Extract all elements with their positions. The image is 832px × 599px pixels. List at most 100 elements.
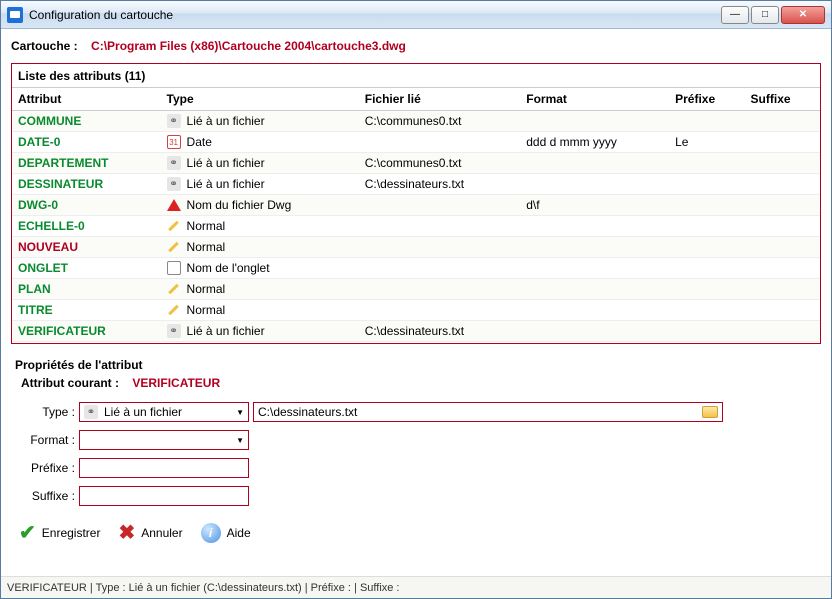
attr-file	[359, 279, 520, 300]
attr-suffix	[745, 279, 820, 300]
col-suffix[interactable]: Suffixe	[745, 88, 820, 111]
table-row[interactable]: VERIFICATEUR⚭Lié à un fichierC:\dessinat…	[12, 321, 820, 342]
table-row[interactable]: ECHELLE-0 Normal	[12, 216, 820, 237]
attr-type: Nom du fichier Dwg	[187, 198, 292, 212]
attr-prefix	[669, 216, 744, 237]
attr-prefix	[669, 153, 744, 174]
col-prefix[interactable]: Préfixe	[669, 88, 744, 111]
close-button[interactable]: ✕	[781, 6, 825, 24]
attr-format: ddd d mmm yyyy	[520, 132, 669, 153]
attr-suffix	[745, 111, 820, 132]
format-select[interactable]: ▼	[79, 430, 249, 450]
app-icon	[7, 7, 23, 23]
chevron-down-icon: ▼	[236, 436, 244, 445]
status-text: VERIFICATEUR | Type : Lié à un fichier (…	[7, 582, 400, 594]
help-button[interactable]: i Aide	[199, 521, 253, 545]
check-icon: ✔	[19, 520, 36, 545]
table-row[interactable]: TITRENormal	[12, 300, 820, 321]
properties-form: Type : ⚭ Lié à un fichier ▼ C:\dessinateu…	[21, 400, 821, 512]
col-format[interactable]: Format	[520, 88, 669, 111]
type-label: Type :	[21, 405, 79, 419]
table-row[interactable]: DATE-031Dateddd d mmm yyyyLe	[12, 132, 820, 153]
attr-type: Nom de l'onglet	[187, 261, 270, 275]
attr-type: Normal	[187, 219, 226, 233]
attr-prefix	[669, 237, 744, 258]
attr-prefix	[669, 300, 744, 321]
maximize-button[interactable]: □	[751, 6, 779, 24]
attr-file: C:\communes0.txt	[359, 111, 520, 132]
attr-suffix	[745, 195, 820, 216]
link-icon: ⚭	[84, 405, 98, 419]
attr-file	[359, 195, 520, 216]
chevron-down-icon: ▼	[236, 408, 244, 417]
attr-name: COMMUNE	[18, 114, 81, 128]
attr-type: Normal	[187, 282, 226, 296]
table-row[interactable]: DWG-0 Nom du fichier Dwg d\f	[12, 195, 820, 216]
window-title: Configuration du cartouche	[29, 8, 721, 22]
attr-format	[520, 174, 669, 195]
suffix-input[interactable]	[79, 486, 249, 506]
current-attribute-value: VERIFICATEUR	[132, 376, 220, 390]
pencil-icon	[167, 219, 181, 233]
x-icon: ✖	[118, 520, 135, 545]
attr-name: NOUVEAU	[18, 240, 78, 254]
table-row[interactable]: PLANNormal	[12, 279, 820, 300]
format-label: Format :	[21, 433, 79, 447]
tab-icon	[167, 261, 181, 275]
type-select[interactable]: ⚭ Lié à un fichier ▼	[79, 402, 249, 422]
save-button[interactable]: ✔ Enregistrer	[17, 518, 102, 547]
table-row[interactable]: COMMUNE⚭Lié à un fichierC:\communes0.txt	[12, 111, 820, 132]
attr-prefix	[669, 195, 744, 216]
attr-file	[359, 258, 520, 279]
attr-name: DATE-0	[18, 135, 60, 149]
attr-type: Lié à un fichier	[187, 114, 265, 128]
col-type[interactable]: Type	[161, 88, 359, 111]
app-window: Configuration du cartouche — □ ✕ Cartouc…	[0, 0, 832, 599]
attr-name: DESSINATEUR	[18, 177, 103, 191]
attr-format	[520, 237, 669, 258]
attr-file: C:\dessinateurs.txt	[359, 174, 520, 195]
pencil-icon	[167, 303, 181, 317]
attr-prefix	[669, 279, 744, 300]
attr-file	[359, 216, 520, 237]
attr-name: ECHELLE-0	[18, 219, 85, 233]
attr-suffix	[745, 216, 820, 237]
attr-name: DEPARTEMENT	[18, 156, 108, 170]
type-select-value: Lié à un fichier	[104, 405, 182, 419]
attributes-panel: Liste des attributs (11) Attribut Type F…	[11, 63, 821, 344]
col-file[interactable]: Fichier lié	[359, 88, 520, 111]
attr-file	[359, 300, 520, 321]
linked-file-value: C:\dessinateurs.txt	[258, 405, 357, 419]
col-attribute[interactable]: Attribut	[12, 88, 161, 111]
prefix-label: Préfixe :	[21, 461, 79, 475]
browse-file-button[interactable]	[702, 406, 718, 418]
linked-file-input[interactable]: C:\dessinateurs.txt	[253, 402, 723, 422]
link-icon: ⚭	[167, 177, 181, 191]
table-row[interactable]: DESSINATEUR ⚭ Lié à un fichier C:\dessinate…	[12, 174, 820, 195]
table-row[interactable]: ONGLET Nom de l'onglet	[12, 258, 820, 279]
table-row[interactable]: NOUVEAUNormal	[12, 237, 820, 258]
attr-type: Lié à un fichier	[187, 324, 265, 338]
attr-format	[520, 279, 669, 300]
attr-suffix	[745, 321, 820, 342]
current-attribute-label: Attribut courant :	[21, 376, 119, 390]
attr-type: Lié à un fichier	[187, 177, 265, 191]
attr-name: DWG-0	[18, 198, 58, 212]
titlebar: Configuration du cartouche — □ ✕	[1, 1, 831, 29]
attr-prefix	[669, 174, 744, 195]
attr-format	[520, 321, 669, 342]
table-row[interactable]: DEPARTEMENT⚭Lié à un fichierC:\communes0…	[12, 153, 820, 174]
attr-name: TITRE	[18, 303, 53, 317]
attr-suffix	[745, 153, 820, 174]
help-button-label: Aide	[227, 526, 251, 540]
cancel-button[interactable]: ✖ Annuler	[116, 518, 184, 547]
current-attribute-line: Attribut courant : VERIFICATEUR	[21, 376, 821, 390]
attr-name: ONGLET	[18, 261, 68, 275]
minimize-button[interactable]: —	[721, 6, 749, 24]
attr-format	[520, 111, 669, 132]
link-icon: ⚭	[167, 324, 181, 338]
attr-format: d\f	[520, 195, 669, 216]
attr-prefix: Le	[669, 132, 744, 153]
attr-suffix	[745, 174, 820, 195]
prefix-input[interactable]	[79, 458, 249, 478]
